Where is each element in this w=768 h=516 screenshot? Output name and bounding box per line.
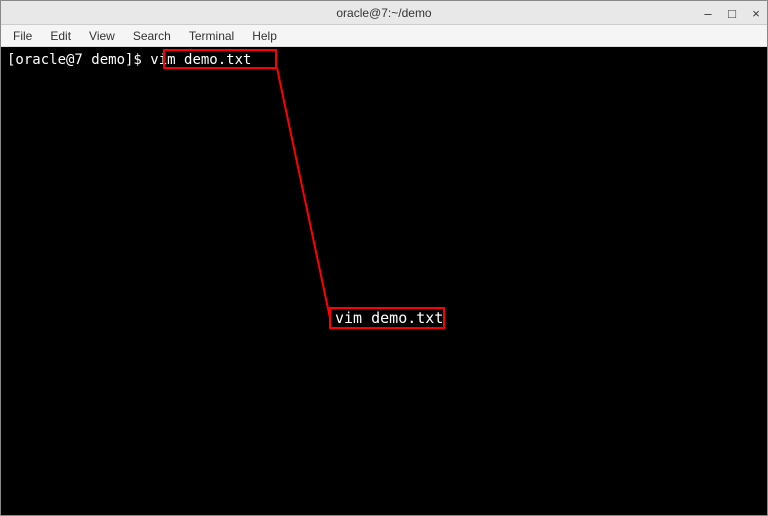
menu-file[interactable]: File <box>5 27 40 45</box>
window-controls: – □ × <box>701 1 763 25</box>
minimize-button[interactable]: – <box>701 6 715 20</box>
annotation-connector-line <box>1 47 767 515</box>
terminal-window: oracle@7:~/demo – □ × File Edit View Sea… <box>0 0 768 516</box>
annotation-callout-text: vim demo.txt <box>335 309 443 327</box>
window-title: oracle@7:~/demo <box>336 6 431 20</box>
menu-edit[interactable]: Edit <box>42 27 79 45</box>
annotation-highlight-callout <box>329 307 445 329</box>
menu-view[interactable]: View <box>81 27 123 45</box>
close-button[interactable]: × <box>749 6 763 20</box>
menu-search[interactable]: Search <box>125 27 179 45</box>
menubar: File Edit View Search Terminal Help <box>1 25 767 47</box>
menu-terminal[interactable]: Terminal <box>181 27 242 45</box>
titlebar[interactable]: oracle@7:~/demo – □ × <box>1 1 767 25</box>
maximize-button[interactable]: □ <box>725 6 739 20</box>
terminal-line: [oracle@7 demo]$ vim demo.txt <box>7 51 761 69</box>
menu-help[interactable]: Help <box>244 27 285 45</box>
shell-prompt: [oracle@7 demo]$ <box>7 52 150 68</box>
terminal-area[interactable]: [oracle@7 demo]$ vim demo.txt vim demo.t… <box>1 47 767 515</box>
shell-command: vim demo.txt <box>150 52 251 68</box>
